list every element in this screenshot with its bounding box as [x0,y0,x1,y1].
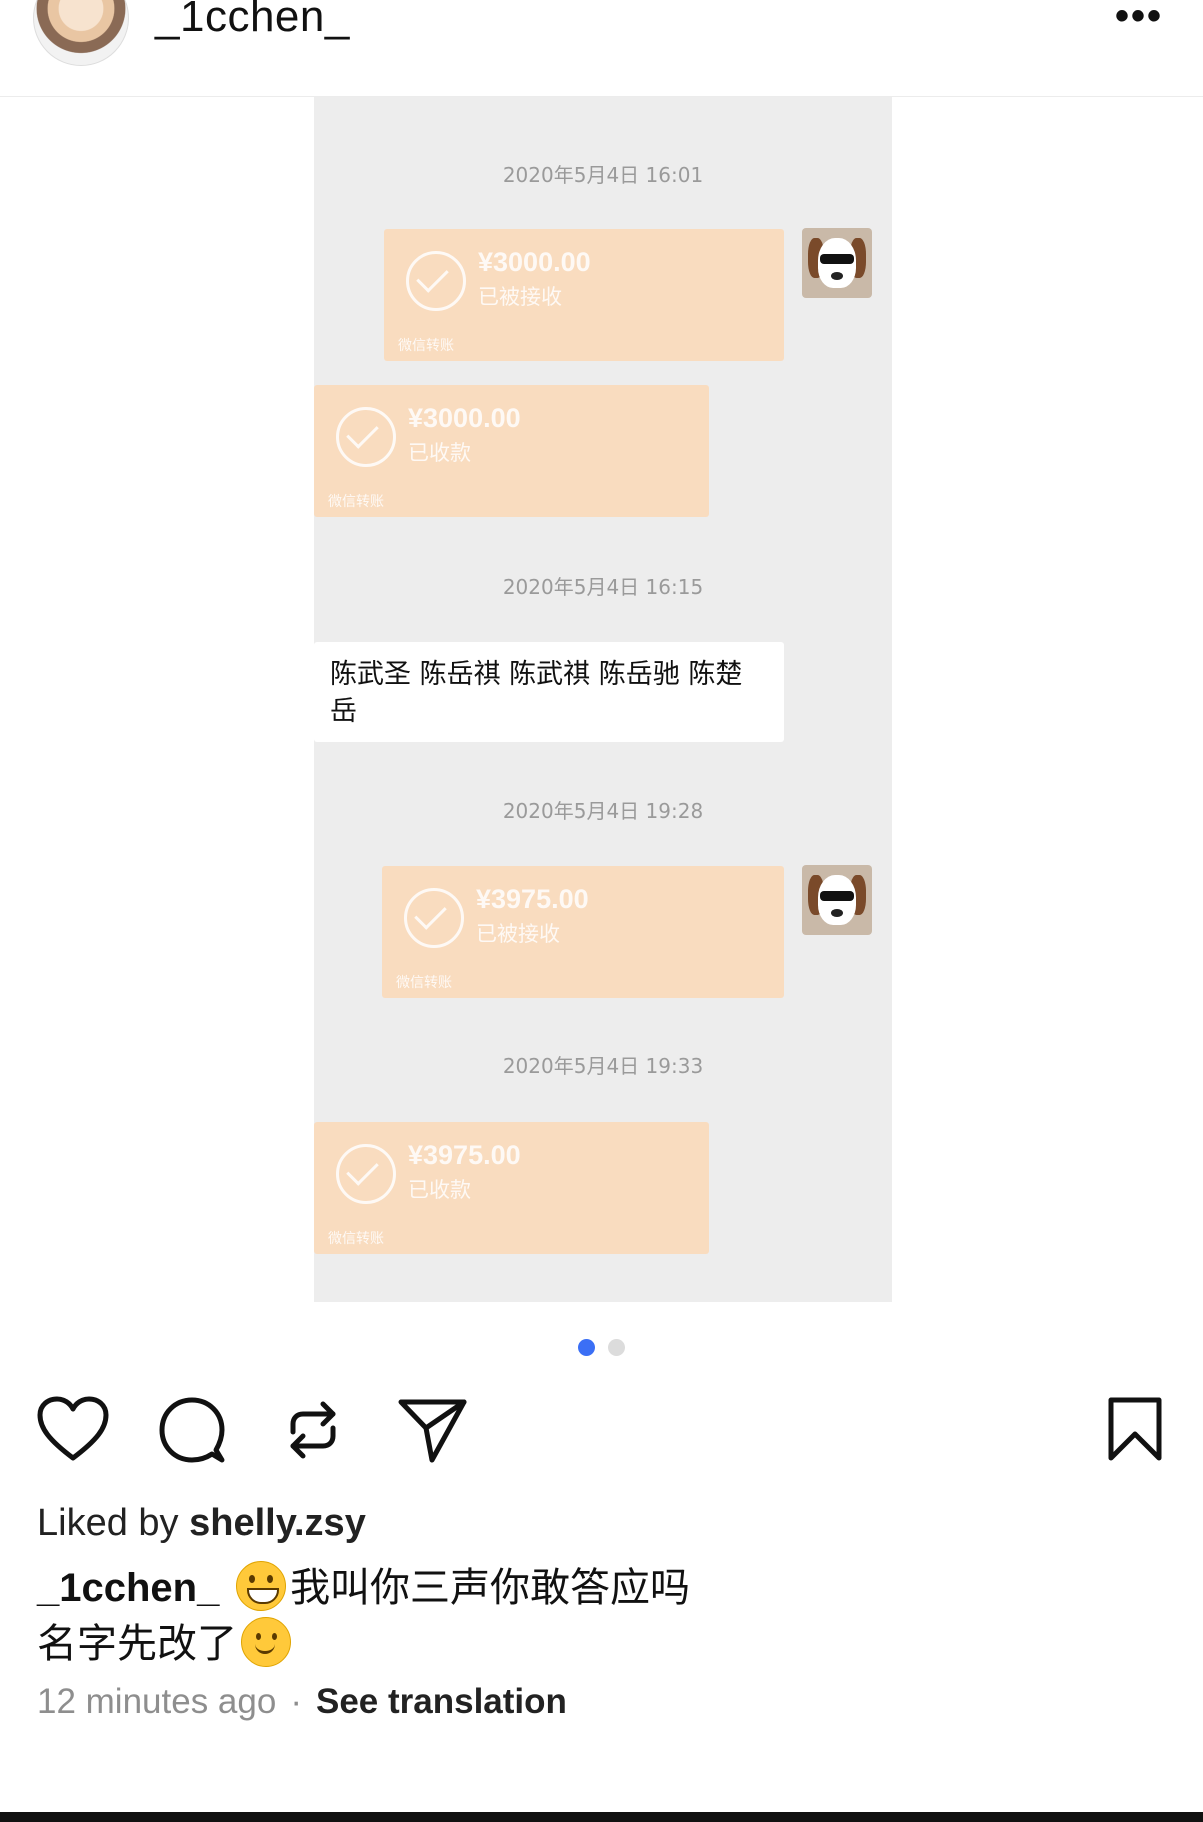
transfer-footer: 微信转账 [328,1230,384,1246]
carousel-dot-active [578,1339,595,1356]
grinning-face-emoji [236,1561,287,1611]
post-time: 12 minutes ago [37,1682,277,1721]
caption-line-2: 名字先改了 [37,1621,237,1667]
more-options-button[interactable]: ••• [1115,0,1163,36]
comment-icon[interactable] [158,1396,226,1464]
transfer-footer: 微信转账 [396,974,452,990]
transfer-bubble-sent: ¥3975.00 已被接收 微信转账 [382,866,784,998]
post-header: _1cchen_ ••• [0,0,1203,97]
chat-timestamp: 2020年5月4日 16:15 [502,575,704,599]
message-line: 岳 [330,696,357,727]
caption-username[interactable]: _1cchen_ [37,1566,219,1610]
message-line: 陈武圣 陈岳祺 陈武祺 陈岳驰 陈楚 [330,659,743,690]
carousel-dot[interactable] [608,1339,625,1356]
chat-timestamp: 2020年5月4日 19:33 [502,1054,704,1078]
transfer-footer: 微信转账 [398,337,454,353]
user-avatar[interactable] [33,0,129,66]
transfer-bubble-received: ¥3000.00 已收款 微信转账 [314,385,709,517]
separator: · [290,1682,302,1721]
transfer-amount: ¥3000.00 [478,247,591,277]
send-icon[interactable] [398,1396,468,1464]
transfer-status: 已被接收 [476,923,560,946]
smiling-face-emoji [241,1617,291,1667]
text-message: 陈武圣 陈岳祺 陈武祺 陈岳驰 陈楚 岳 [314,642,784,742]
transfer-bubble-received: ¥3975.00 已收款 微信转账 [314,1122,709,1254]
check-icon [404,888,464,948]
post-meta: 12 minutes ago · See translation [37,1682,567,1722]
likes-text: Liked by shelly.zsy [37,1502,366,1545]
post-caption: _1cchen_ 我叫你三声你敢答应吗 名字先改了 [37,1560,690,1672]
transfer-status: 已被接收 [478,286,562,309]
bottom-edge [0,1812,1203,1822]
transfer-amount: ¥3000.00 [408,403,521,433]
post-image[interactable]: 2020年5月4日 16:01 ¥3000.00 已被接收 微信转账 ¥3000… [314,97,892,1302]
bookmark-icon[interactable] [1107,1396,1163,1462]
dog-avatar [802,865,872,935]
caption-line-1: 我叫你三声你敢答应吗 [290,1565,691,1611]
dog-avatar [802,228,872,298]
username[interactable]: _1cchen_ [155,0,350,42]
transfer-bubble-sent: ¥3000.00 已被接收 微信转账 [384,229,784,361]
liked-by-user[interactable]: shelly.zsy [189,1502,366,1544]
repost-icon[interactable] [283,1396,343,1464]
check-icon [336,407,396,467]
check-icon [406,251,466,311]
see-translation-link[interactable]: See translation [316,1682,567,1721]
transfer-amount: ¥3975.00 [408,1140,521,1170]
heart-icon[interactable] [37,1396,109,1462]
transfer-amount: ¥3975.00 [476,884,589,914]
chat-timestamp: 2020年5月4日 19:28 [502,799,704,823]
check-icon [336,1144,396,1204]
transfer-footer: 微信转账 [328,493,384,509]
transfer-status: 已收款 [408,1179,471,1202]
transfer-status: 已收款 [408,442,471,465]
chat-timestamp: 2020年5月4日 16:01 [502,163,704,187]
liked-by-prefix: Liked by [37,1502,190,1544]
